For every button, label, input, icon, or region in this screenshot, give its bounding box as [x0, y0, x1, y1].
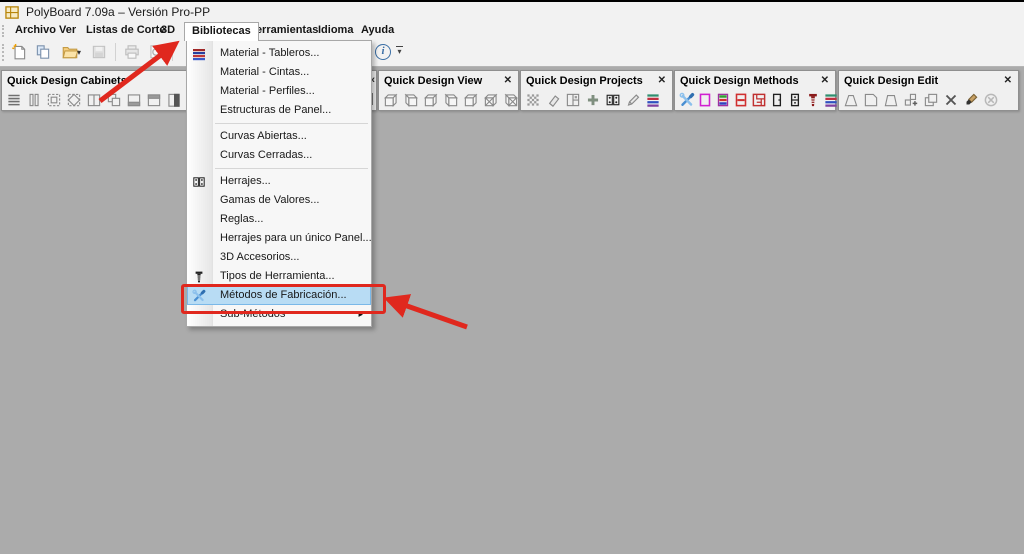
- cube-x-right-icon[interactable]: [502, 91, 520, 109]
- double-bars-icon[interactable]: [25, 91, 43, 109]
- menu-ayuda[interactable]: Ayuda: [354, 22, 401, 39]
- corner-units-icon[interactable]: [105, 91, 123, 109]
- menu-item-herrajes[interactable]: Herrajes...: [187, 172, 371, 191]
- panel-title: Quick Design Edit: [844, 75, 939, 87]
- divided-cabinet-icon[interactable]: [85, 91, 103, 109]
- cube-view-5-icon[interactable]: [462, 91, 480, 109]
- cube-view-4-icon[interactable]: [442, 91, 460, 109]
- window-title: PolyBoard 7.09a – Versión Pro-PP: [26, 5, 211, 19]
- panel-truncation-bar: [372, 93, 373, 105]
- panel-quick-design-methods: Quick Design Methods ✕: [674, 70, 836, 111]
- panel-quick-design-edit: Quick Design Edit ✕: [838, 70, 1019, 111]
- print-icon[interactable]: [121, 41, 143, 63]
- red-shelf-icon[interactable]: [732, 91, 750, 109]
- menu-separator: [187, 120, 371, 127]
- top-unit-icon[interactable]: [145, 91, 163, 109]
- menu-bar: Archivo Ver Listas de Corte 3D Bibliotec…: [0, 22, 1024, 41]
- window-chrome: PolyBoard 7.09a – Versión Pro-PP Archivo…: [0, 2, 1024, 67]
- panel-structure-icon[interactable]: [714, 91, 732, 109]
- menubar-grip[interactable]: [2, 25, 7, 37]
- menu-item-material-perfiles[interactable]: Material - Perfiles...: [187, 82, 371, 101]
- duplicate-plus-icon[interactable]: [902, 91, 920, 109]
- arrow-to-metodos-de-fabricacion: [383, 294, 468, 330]
- panel-title: Quick Design Methods: [680, 75, 799, 87]
- menu-3d[interactable]: 3D: [154, 22, 182, 39]
- base-unit-icon[interactable]: [125, 91, 143, 109]
- new-file-icon[interactable]: [8, 41, 30, 63]
- eraser-icon[interactable]: [544, 91, 562, 109]
- menu-item-3d-accesorios[interactable]: 3D Accesorios...: [187, 248, 371, 267]
- trapezoid-icon[interactable]: [882, 91, 900, 109]
- screw-icon: [191, 269, 207, 285]
- panel-quick-design-view: Quick Design View ✕: [378, 70, 519, 111]
- drawer-icon[interactable]: [786, 91, 804, 109]
- pentagon-icon[interactable]: [842, 91, 860, 109]
- toolbar-overflow-icon[interactable]: ▾: [396, 46, 403, 56]
- cube-x-left-icon[interactable]: [482, 91, 500, 109]
- red-joinery-icon[interactable]: [750, 91, 768, 109]
- diamond-square-icon[interactable]: [65, 91, 83, 109]
- menu-item-curvas-abiertas[interactable]: Curvas Abiertas...: [187, 127, 371, 146]
- toolbar-grip[interactable]: [2, 44, 7, 61]
- material-stripes-icon[interactable]: [644, 91, 662, 109]
- menu-item-gamas-de-valores[interactable]: Gamas de Valores...: [187, 191, 371, 210]
- panel-title: Quick Design Projects: [526, 75, 643, 87]
- close-icon[interactable]: ✕: [819, 75, 831, 87]
- open-dropdown-caret-icon[interactable]: ▾: [77, 48, 81, 57]
- paintbrush-icon[interactable]: [962, 91, 980, 109]
- menu-item-curvas-cerradas[interactable]: Curvas Cerradas...: [187, 146, 371, 165]
- open-folder-icon[interactable]: ▾: [56, 41, 86, 63]
- plus-icon[interactable]: [584, 91, 602, 109]
- pencil-icon[interactable]: [624, 91, 642, 109]
- close-icon[interactable]: ✕: [502, 75, 514, 87]
- marquee-square-icon[interactable]: [45, 91, 63, 109]
- polyboard-logo-icon: [5, 6, 19, 19]
- cube-view-1-icon[interactable]: [382, 91, 400, 109]
- frame-magenta-icon[interactable]: [696, 91, 714, 109]
- cube-view-2-icon[interactable]: [402, 91, 420, 109]
- side-panel-icon[interactable]: [165, 91, 183, 109]
- info-icon[interactable]: i: [372, 42, 394, 62]
- menu-item-material-cintas[interactable]: Material - Cintas...: [187, 63, 371, 82]
- door-icon[interactable]: [768, 91, 786, 109]
- material-stripes-icon: [191, 46, 207, 62]
- menu-item-herrajes-unico-panel[interactable]: Herrajes para un único Panel...: [187, 229, 372, 248]
- fabrication-tools-icon[interactable]: [678, 91, 696, 109]
- menu-item-material-tableros[interactable]: Material - Tableros...: [187, 44, 371, 63]
- main-toolbar: ▾ i ▾: [0, 40, 1024, 66]
- panel-quick-design-projects: Quick Design Projects ✕: [520, 70, 673, 111]
- layout-grid-icon[interactable]: [564, 91, 582, 109]
- menu-lines-icon[interactable]: [5, 91, 23, 109]
- menu-item-estructuras-de-panel[interactable]: Estructuras de Panel...: [187, 101, 371, 120]
- menu-bibliotecas[interactable]: Bibliotecas: [184, 22, 259, 41]
- delete-cross-icon[interactable]: [942, 91, 960, 109]
- panel-title: Quick Design View: [384, 75, 483, 87]
- checkerboard-icon[interactable]: [524, 91, 542, 109]
- cube-view-3-icon[interactable]: [422, 91, 440, 109]
- print-preview-icon[interactable]: [145, 41, 167, 63]
- close-icon[interactable]: ✕: [1002, 75, 1014, 87]
- menu-item-reglas[interactable]: Reglas...: [187, 210, 371, 229]
- menu-separator: [187, 165, 371, 172]
- new-from-template-icon[interactable]: [32, 41, 54, 63]
- polyboard-window: PolyBoard 7.09a – Versión Pro-PP Archivo…: [0, 0, 1024, 554]
- annotation-highlight-box: [181, 284, 386, 314]
- close-icon[interactable]: ✕: [656, 75, 668, 87]
- hinge-pair-icon[interactable]: [604, 91, 622, 109]
- disabled-circle-icon[interactable]: [982, 91, 1000, 109]
- title-bar: PolyBoard 7.09a – Versión Pro-PP: [0, 2, 1024, 22]
- screw-red-icon[interactable]: [804, 91, 822, 109]
- hinge-icon: [191, 174, 207, 190]
- save-icon[interactable]: [88, 41, 110, 63]
- overlap-squares-icon[interactable]: [922, 91, 940, 109]
- cut-corner-icon[interactable]: [862, 91, 880, 109]
